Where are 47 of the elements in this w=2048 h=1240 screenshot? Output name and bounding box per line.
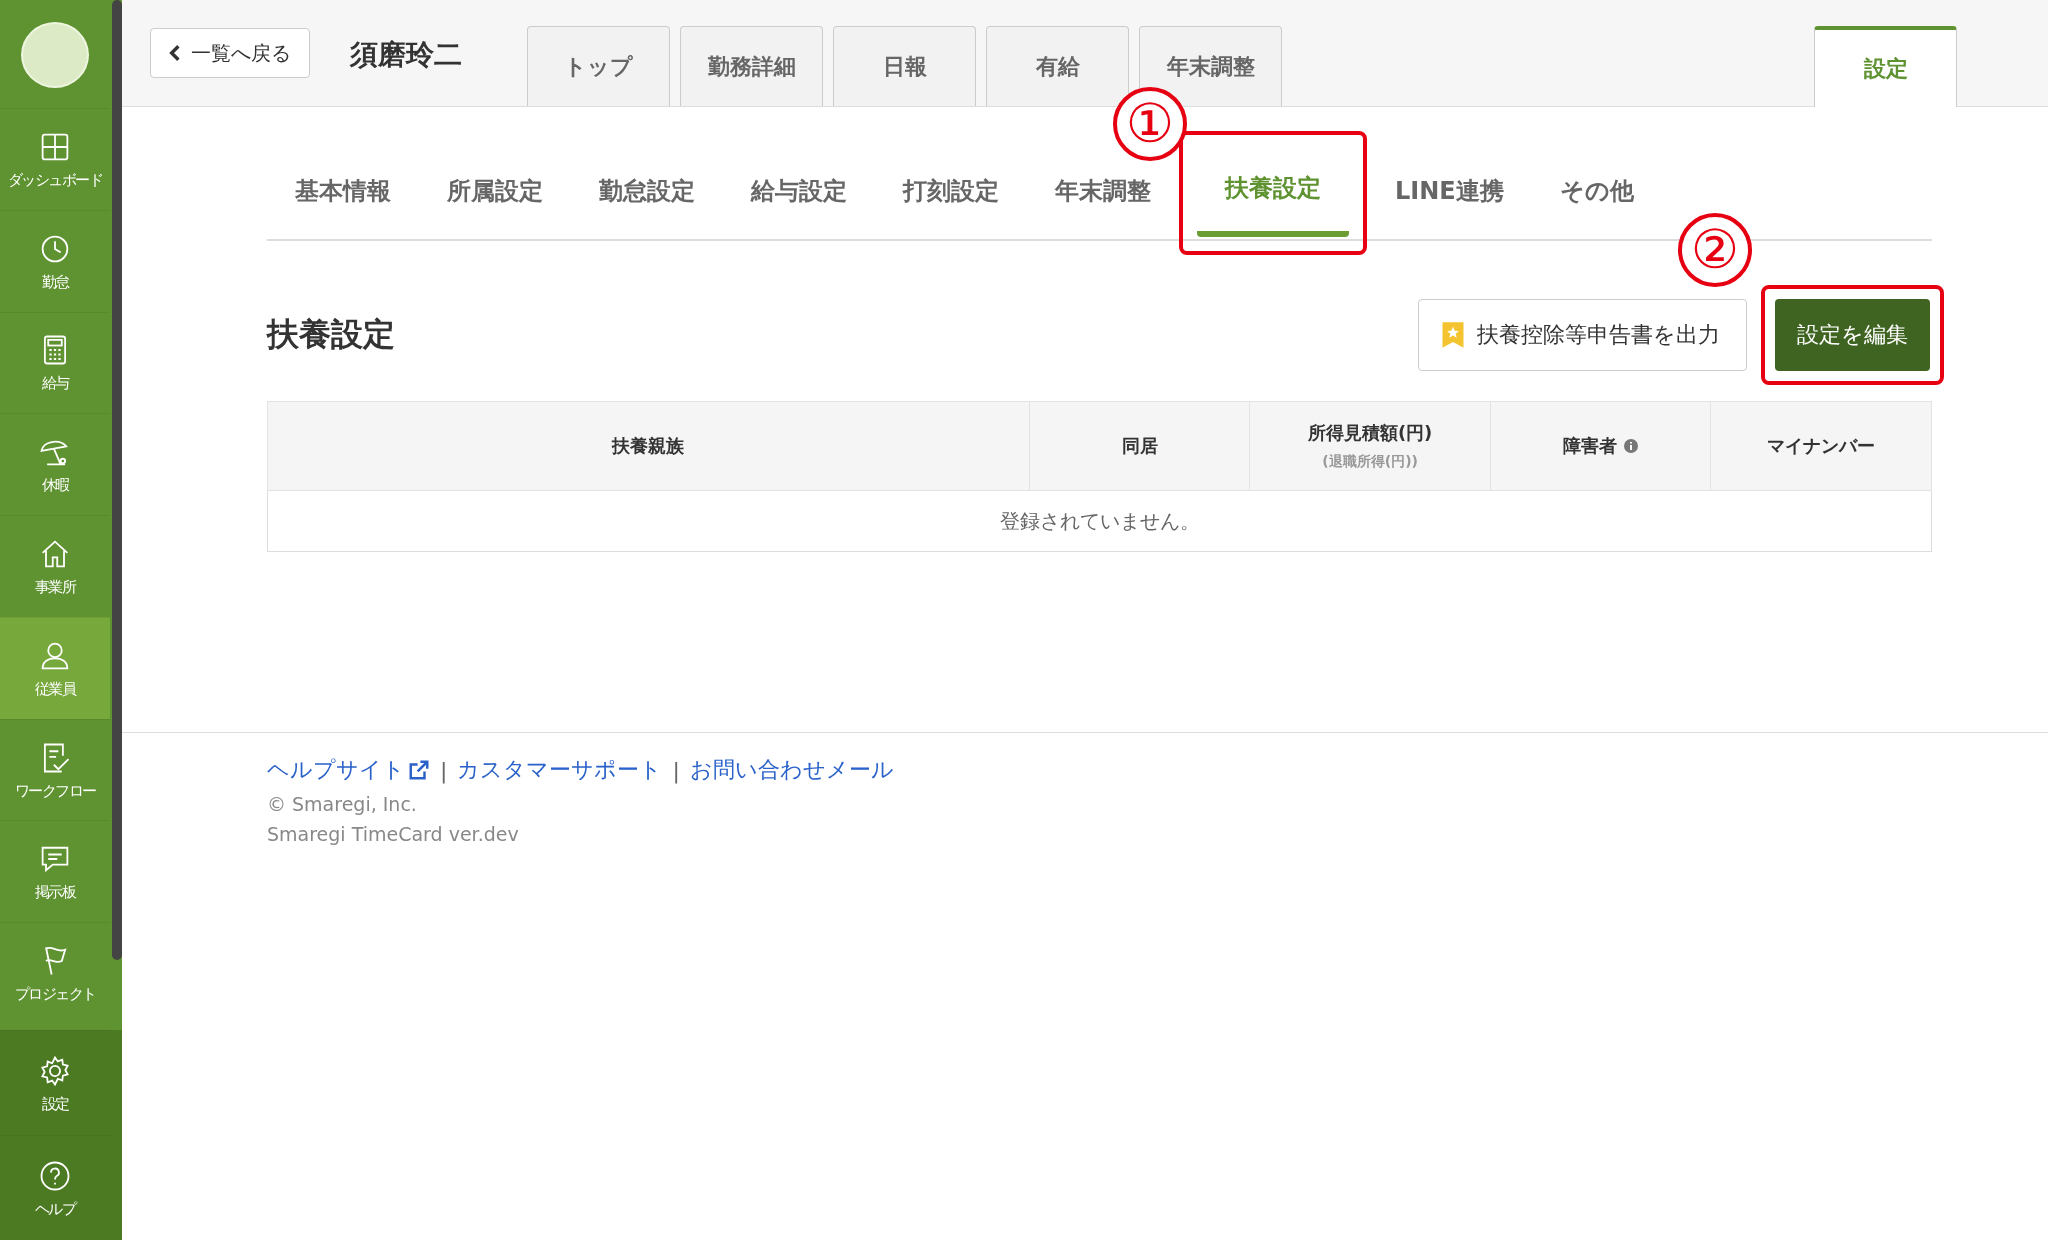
tab[interactable]: 勤務詳細 [680,26,823,106]
subtab[interactable]: 打刻設定 [875,145,1027,237]
tab[interactable]: 日報 [833,26,976,106]
subtab[interactable]: 給与設定 [723,145,875,237]
separator: | [440,757,448,783]
subtab[interactable]: 扶養設定 [1197,145,1349,237]
empty-message: 登録されていません。 [267,490,1932,552]
tab[interactable]: トップ [527,26,670,106]
column-header: 扶養親族 [267,401,1030,491]
sidebar-item[interactable]: 事業所 [0,515,110,617]
subtab[interactable]: 勤怠設定 [571,145,723,237]
export-button[interactable]: 扶養控除等申告書を出力 [1418,299,1747,371]
sidebar-item[interactable]: ワークフロー [0,718,110,821]
subtab[interactable]: 所属設定 [419,145,571,237]
subtab[interactable]: その他 [1531,145,1662,237]
chevron-left-icon [169,44,181,62]
sidebar-item[interactable]: 掲示板 [0,820,110,923]
footer-link[interactable]: お問い合わせメール [689,755,894,785]
sidebar-item[interactable]: 給与 [0,311,110,414]
back-button[interactable]: 一覧へ戻る [150,28,310,78]
version-text: Smaregi TimeCard ver.dev [267,823,520,845]
sidebar-item[interactable]: 従業員 [0,616,110,719]
edit-button[interactable]: 設定を編集 [1775,299,1930,371]
bookmark-star-icon [1441,321,1465,349]
subtab[interactable]: 基本情報 [267,145,419,237]
column-header: 所得見積額(円) (退職所得(円)) [1249,401,1491,491]
employee-name: 須磨玲二 [350,37,462,73]
tab[interactable]: 有給 [986,26,1129,106]
tab[interactable]: 設定 [1814,26,1957,107]
sidebar-item[interactable]: プロジェクト [0,922,110,1025]
copyright-text: © Smaregi, Inc. [267,793,418,815]
step-number: ② [1678,213,1752,287]
sidebar-item[interactable]: ヘルプ [0,1135,110,1240]
footer-link[interactable]: カスタマーサポート [457,755,663,785]
sidebar-item[interactable]: ダッシュボード [0,108,110,210]
subtab[interactable]: LINE連携 [1367,145,1532,237]
scrollbar[interactable] [112,0,122,960]
sidebar-item[interactable]: 休暇 [0,413,110,516]
section-title: 扶養設定 [267,314,395,355]
sidebar-item[interactable]: 勤怠 [0,209,110,312]
sidebar-item[interactable]: 設定 [0,1030,110,1136]
footer-link[interactable]: ヘルプサイト [267,755,430,785]
column-header: マイナンバー [1710,401,1932,491]
step-number: ① [1113,87,1187,161]
separator: | [672,757,680,783]
column-header: 障害者 [1490,401,1711,491]
column-header: 同居 [1029,401,1250,491]
